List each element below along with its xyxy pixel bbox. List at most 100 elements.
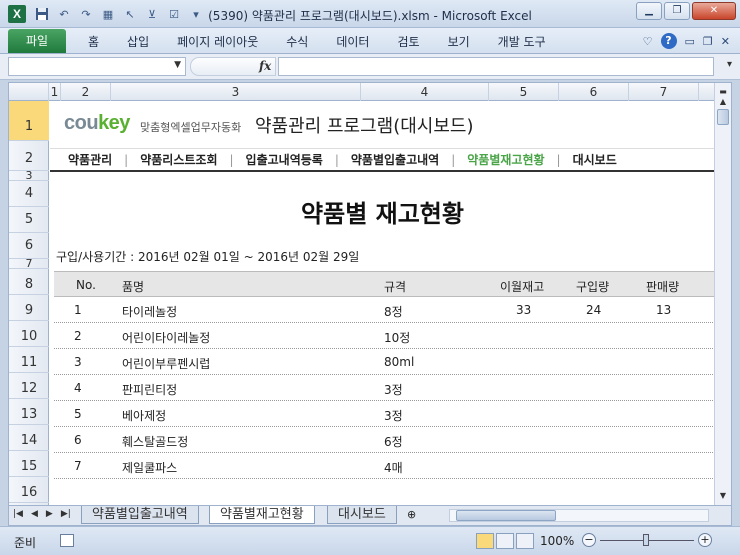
prev-sheet-icon[interactable]: ◀ bbox=[31, 509, 38, 519]
cell-no: 5 bbox=[74, 407, 82, 421]
menu-item-drug-list[interactable]: 약품리스트조회 bbox=[140, 151, 217, 168]
minimize-workbook-icon[interactable]: ▭ bbox=[685, 35, 695, 48]
table-row[interactable]: 3 어린이부루펜시럽 80ml bbox=[54, 349, 715, 375]
last-sheet-icon[interactable]: ▶| bbox=[61, 509, 71, 519]
menu-item-stock-by-drug[interactable]: 약품별재고현황 bbox=[467, 151, 544, 168]
menu-item-inout-register[interactable]: 입출고내역등록 bbox=[246, 151, 323, 168]
page-layout-view-icon[interactable] bbox=[496, 533, 514, 549]
column-header[interactable]: 3 bbox=[111, 83, 361, 101]
tab-insert[interactable]: 삽입 bbox=[113, 33, 163, 50]
tab-home[interactable]: 홈 bbox=[74, 33, 113, 50]
logo-tagline: 맞춤형엑셀업무자동화 bbox=[140, 121, 242, 134]
tab-formulas[interactable]: 수식 bbox=[272, 33, 322, 50]
row-header[interactable]: 7 bbox=[9, 258, 49, 269]
menu-separator: | bbox=[229, 152, 234, 167]
table-row[interactable]: 5 베아제정 3정 bbox=[54, 401, 715, 427]
table-row[interactable]: 4 판피린티정 3정 bbox=[54, 375, 715, 401]
title-bar: X ↶ ↷ ▦ ↖ ⊻ ☑ ▾ (5390) 약품관리 프로그램(대시보드).x… bbox=[0, 0, 740, 28]
row-header[interactable]: 3 bbox=[9, 170, 49, 181]
zoom-level[interactable]: 100% bbox=[540, 534, 574, 548]
sheet-tab-inout-by-drug[interactable]: 약품별입출고내역 bbox=[81, 506, 199, 524]
row-header[interactable]: 9 bbox=[9, 295, 49, 321]
name-box[interactable]: ▼ bbox=[8, 57, 186, 76]
cell-purchased: 24 bbox=[586, 303, 602, 317]
scroll-up-icon[interactable]: ▲ bbox=[716, 95, 730, 109]
formula-bar: ▼ fx ▾ bbox=[0, 54, 740, 80]
row-header[interactable]: 16 bbox=[9, 477, 49, 503]
menu-separator: | bbox=[124, 152, 129, 167]
scroll-down-icon[interactable]: ▼ bbox=[716, 489, 730, 503]
status-ready: 준비 bbox=[14, 536, 37, 550]
row-header[interactable]: 10 bbox=[9, 321, 49, 347]
status-bar: 준비 100% − + bbox=[0, 526, 740, 555]
cell-carryover: 33 bbox=[516, 303, 532, 317]
restore-workbook-icon[interactable]: ❐ bbox=[703, 35, 713, 48]
table-row[interactable]: 7 제일쿨파스 4매 bbox=[54, 453, 715, 479]
zoom-slider-thumb[interactable] bbox=[643, 534, 649, 546]
table-row[interactable]: 6 훼스탈골드정 6정 bbox=[54, 427, 715, 453]
horizontal-scroll-thumb[interactable] bbox=[456, 510, 556, 521]
normal-view-icon[interactable] bbox=[476, 533, 494, 549]
column-header[interactable]: 7 bbox=[629, 83, 699, 101]
row-header[interactable]: 13 bbox=[9, 399, 49, 425]
column-header[interactable]: 5 bbox=[489, 83, 559, 101]
column-purchased: 구입량 bbox=[576, 280, 610, 294]
close-workbook-icon[interactable]: ✕ bbox=[721, 35, 730, 48]
row-header[interactable]: 2 bbox=[9, 141, 49, 171]
horizontal-scrollbar[interactable] bbox=[449, 509, 709, 522]
restore-button[interactable]: ❐ bbox=[664, 2, 690, 20]
column-header[interactable]: 4 bbox=[361, 83, 489, 101]
menu-item-inout-by-drug[interactable]: 약품별입출고내역 bbox=[351, 151, 439, 168]
row-header[interactable]: 1 bbox=[9, 101, 49, 141]
column-header[interactable]: 1 bbox=[49, 83, 61, 101]
help-icon[interactable]: ? bbox=[660, 33, 677, 49]
page-break-view-icon[interactable] bbox=[516, 533, 534, 549]
name-box-dropdown-icon[interactable]: ▼ bbox=[174, 60, 181, 70]
column-header[interactable]: 6 bbox=[559, 83, 629, 101]
row-header[interactable]: 12 bbox=[9, 373, 49, 399]
column-header[interactable]: 2 bbox=[61, 83, 111, 101]
page-heading: 약품별 재고현황 bbox=[301, 200, 464, 228]
row-header[interactable]: 14 bbox=[9, 425, 49, 451]
sheet-tab-stock-by-drug[interactable]: 약품별재고현황 bbox=[209, 506, 315, 524]
zoom-in-icon[interactable]: + bbox=[698, 533, 712, 547]
cell-spec: 10정 bbox=[384, 331, 411, 345]
row-header[interactable]: 11 bbox=[9, 347, 49, 373]
window-title: (5390) 약품관리 프로그램(대시보드).xlsm - Microsoft … bbox=[208, 9, 532, 23]
row-header[interactable]: 5 bbox=[9, 207, 49, 233]
menu-item-dashboard[interactable]: 대시보드 bbox=[573, 151, 617, 168]
row-header[interactable]: 6 bbox=[9, 233, 49, 259]
column-spec: 규격 bbox=[384, 280, 407, 294]
first-sheet-icon[interactable]: |◀ bbox=[13, 509, 23, 519]
menu-item-drug-management[interactable]: 약품관리 bbox=[68, 151, 112, 168]
vertical-scrollbar[interactable]: ▬ ▲ ▼ bbox=[714, 83, 731, 505]
tab-developer[interactable]: 개발 도구 bbox=[484, 33, 560, 50]
tab-page-layout[interactable]: 페이지 레이아웃 bbox=[163, 33, 272, 50]
minimize-button[interactable]: ▁ bbox=[636, 2, 662, 20]
insert-sheet-icon[interactable]: ⊕ bbox=[407, 508, 416, 521]
row-header[interactable]: 8 bbox=[9, 269, 49, 295]
table-row[interactable]: 1 타이레놀정 8정 33 24 13 bbox=[54, 297, 715, 323]
vertical-scroll-thumb[interactable] bbox=[717, 109, 729, 125]
select-all-corner[interactable] bbox=[9, 83, 49, 101]
expand-formula-bar-icon[interactable]: ▾ bbox=[727, 59, 732, 70]
formula-input[interactable] bbox=[278, 57, 714, 76]
zoom-out-icon[interactable]: − bbox=[582, 533, 596, 547]
logo-text: cou bbox=[64, 112, 99, 134]
period-text[interactable]: 구입/사용기간 : 2016년 02월 01일 ~ 2016년 02월 29일 bbox=[56, 248, 359, 265]
tab-file[interactable]: 파일 bbox=[8, 29, 66, 53]
sheet-tab-dashboard[interactable]: 대시보드 bbox=[327, 506, 397, 524]
table-row[interactable]: 2 어린이타이레놀정 10정 bbox=[54, 323, 715, 349]
coukey-logo: coukey bbox=[64, 112, 130, 135]
macro-record-icon[interactable] bbox=[60, 534, 74, 547]
next-sheet-icon[interactable]: ▶ bbox=[46, 509, 53, 519]
ribbon-collapse-icon[interactable]: ♡ bbox=[643, 35, 653, 48]
tab-view[interactable]: 보기 bbox=[434, 33, 484, 50]
tab-review[interactable]: 검토 bbox=[383, 33, 433, 50]
tab-data[interactable]: 데이터 bbox=[322, 33, 383, 50]
close-button[interactable]: ✕ bbox=[692, 2, 736, 20]
row-header[interactable]: 15 bbox=[9, 451, 49, 477]
insert-function-icon[interactable]: fx bbox=[259, 59, 271, 73]
row-header[interactable]: 4 bbox=[9, 181, 49, 207]
sheet-nav-arrows: |◀ ◀ ▶ ▶| bbox=[13, 509, 71, 519]
